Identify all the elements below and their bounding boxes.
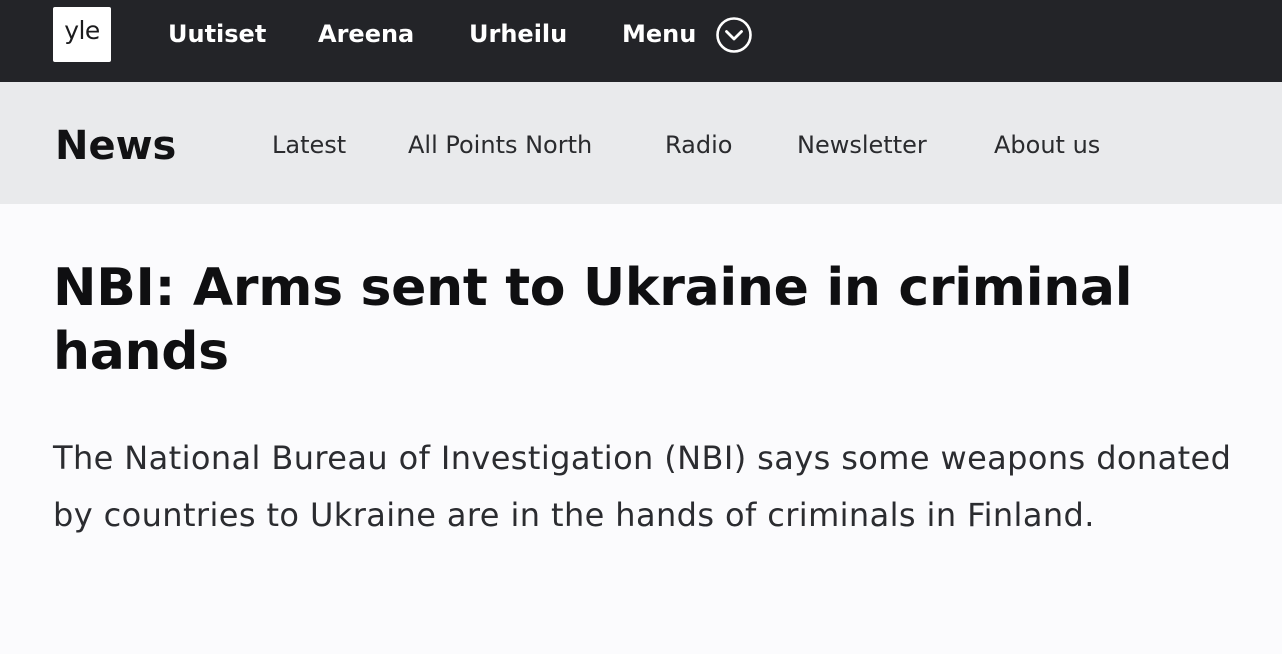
subnav-item-all-points-north[interactable]: All Points North bbox=[408, 129, 592, 161]
article-lead: The National Bureau of Investigation (NB… bbox=[53, 439, 1232, 534]
chevron-down-circle-icon[interactable] bbox=[715, 16, 753, 54]
subnav-item-about-us[interactable]: About us bbox=[994, 129, 1100, 161]
nav-item-uutiset[interactable]: Uutiset bbox=[168, 19, 266, 49]
section-title[interactable]: News bbox=[55, 122, 176, 170]
subnav-item-newsletter[interactable]: Newsletter bbox=[797, 129, 927, 161]
subnav-item-latest[interactable]: Latest bbox=[272, 129, 346, 161]
yle-logo[interactable]: yle bbox=[53, 7, 111, 62]
article-headline: NBI: Arms sent to Ukraine in criminal ha… bbox=[53, 258, 1133, 382]
subnav-item-radio[interactable]: Radio bbox=[665, 129, 732, 161]
menu-button[interactable]: Menu bbox=[622, 19, 696, 49]
nav-item-areena[interactable]: Areena bbox=[318, 19, 414, 49]
top-navigation-bar: yle Uutiset Areena Urheilu Menu bbox=[0, 0, 1282, 82]
nav-item-urheilu[interactable]: Urheilu bbox=[469, 19, 567, 49]
